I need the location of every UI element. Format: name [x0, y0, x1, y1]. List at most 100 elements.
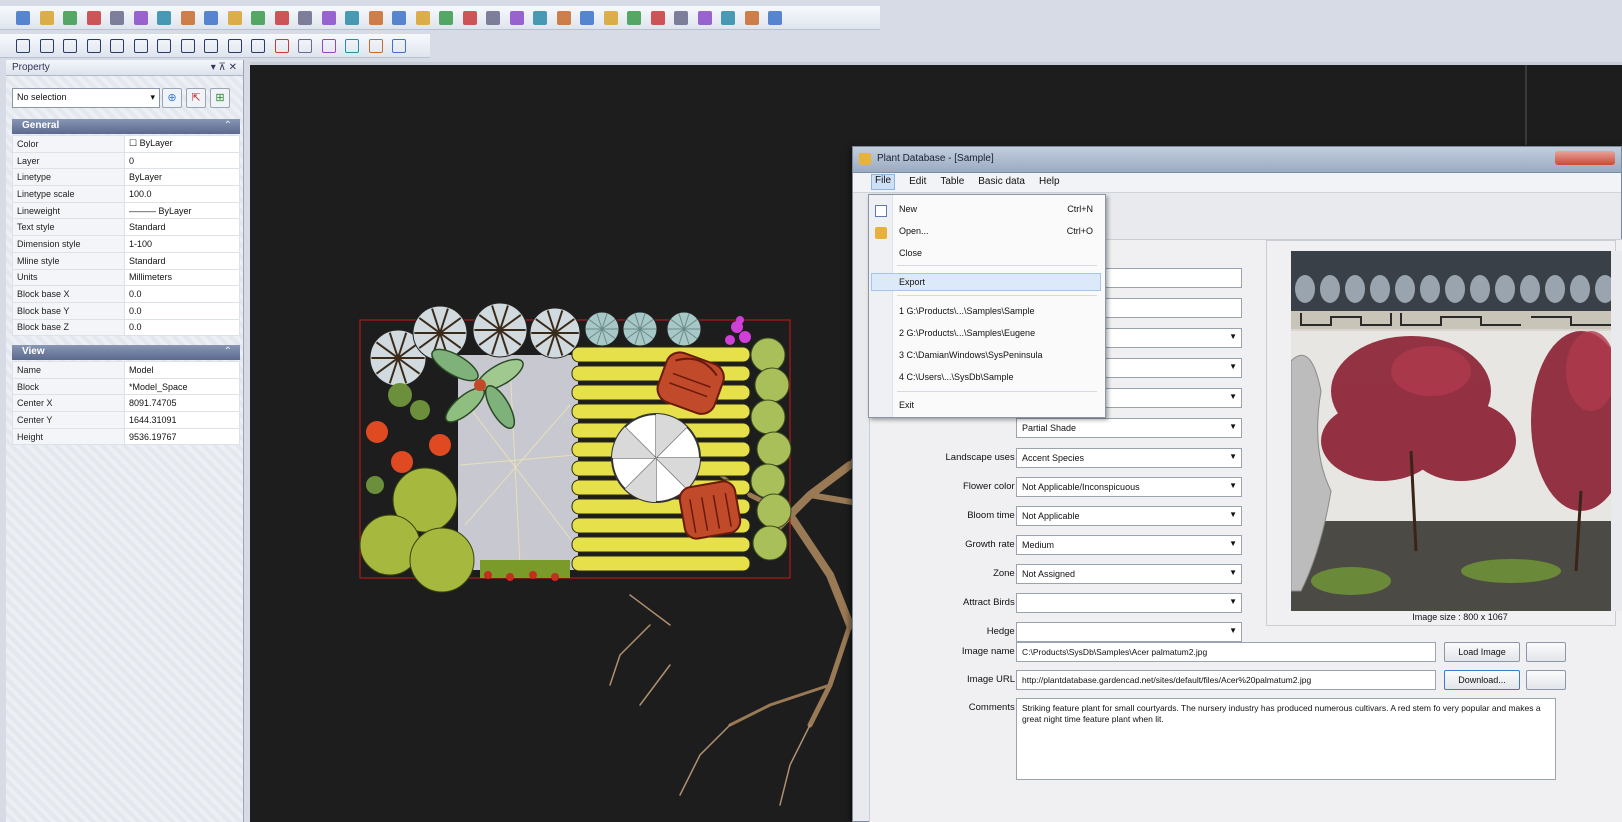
- image-url-field[interactable]: http://plantdatabase.gardencad.net/sites…: [1016, 670, 1436, 690]
- menu-help[interactable]: Help: [1039, 176, 1060, 192]
- zoom-out-icon[interactable]: [274, 11, 289, 25]
- property-row[interactable]: Block base Y 0.0: [12, 301, 240, 320]
- block-icon[interactable]: [321, 39, 336, 53]
- property-row[interactable]: Text style Standard: [12, 218, 240, 237]
- property-value[interactable]: *Model_Space: [124, 377, 240, 396]
- dimension-icon[interactable]: [368, 39, 383, 53]
- toggle-pickadd-button[interactable]: ⊞: [210, 88, 230, 108]
- property-value[interactable]: Model: [124, 361, 240, 379]
- zoom-previous-icon[interactable]: [368, 11, 383, 25]
- zoom-in-icon[interactable]: [251, 11, 265, 25]
- property-value[interactable]: 100.0: [124, 185, 240, 203]
- zoom-all-icon[interactable]: [345, 11, 359, 25]
- paste-icon[interactable]: [180, 11, 195, 25]
- cut-icon[interactable]: [133, 11, 148, 25]
- property-row[interactable]: Linetype scale 100.0: [12, 185, 240, 203]
- polyline-icon[interactable]: [63, 39, 77, 53]
- insert-icon[interactable]: [345, 39, 359, 53]
- text-style-icon[interactable]: [674, 11, 688, 25]
- polygon-icon[interactable]: [157, 39, 171, 53]
- zoom-extents-icon[interactable]: [321, 11, 336, 25]
- property-row[interactable]: Color ☐ ByLayer: [12, 135, 240, 153]
- property-row[interactable]: Block *Model_Space: [12, 377, 240, 396]
- menu-edit[interactable]: Edit: [909, 176, 926, 192]
- property-row[interactable]: Units Millimeters: [12, 268, 240, 287]
- layer-properties-icon[interactable]: [509, 11, 524, 25]
- file-menu-item[interactable]: 4 C:\Users\...\SysDb\Sample: [895, 369, 1101, 387]
- file-menu-item[interactable]: New Ctrl+N: [895, 201, 1101, 219]
- property-row[interactable]: Mline style Standard: [12, 251, 240, 270]
- property-value[interactable]: 0: [124, 151, 240, 170]
- property-value[interactable]: ——— ByLayer: [124, 201, 240, 220]
- line-icon[interactable]: [39, 39, 54, 53]
- property-value[interactable]: 0.0: [124, 285, 240, 303]
- property-row[interactable]: Name Model: [12, 361, 240, 379]
- ellipse-icon[interactable]: [251, 39, 265, 53]
- attribute-select[interactable]: Not Assigned ▼: [1016, 564, 1242, 584]
- image-name-field[interactable]: C:\Products\SysDb\Samples\Acer palmatum2…: [1016, 642, 1436, 662]
- list-icon[interactable]: [603, 11, 618, 25]
- ortho-icon[interactable]: [439, 11, 453, 25]
- file-menu-item[interactable]: Close: [895, 245, 1101, 263]
- property-value[interactable]: ☐ ByLayer: [124, 135, 240, 153]
- property-row[interactable]: Block base X 0.0: [12, 285, 240, 303]
- circle-icon[interactable]: [204, 39, 218, 53]
- property-value[interactable]: Standard: [124, 251, 240, 270]
- property-row[interactable]: Linetype ByLayer: [12, 168, 240, 187]
- property-value[interactable]: 8091.74705: [124, 394, 240, 413]
- plant-icon[interactable]: [556, 11, 571, 25]
- attribute-select[interactable]: Not Applicable ▼: [1016, 506, 1242, 526]
- table-icon[interactable]: [580, 11, 594, 25]
- print-icon[interactable]: [110, 11, 124, 25]
- exposure-select[interactable]: Partial Shade ▼: [1016, 418, 1242, 438]
- attribute-select[interactable]: Accent Species ▼: [1016, 448, 1242, 468]
- attribute-select[interactable]: Medium ▼: [1016, 535, 1242, 555]
- text-icon[interactable]: [274, 39, 289, 53]
- property-value[interactable]: 9536.19767: [124, 427, 240, 446]
- property-value[interactable]: Standard: [124, 218, 240, 237]
- pan-icon[interactable]: [392, 11, 406, 25]
- copy-icon[interactable]: [157, 11, 171, 25]
- point-icon[interactable]: [16, 39, 30, 53]
- window-controls-icon[interactable]: [1555, 151, 1615, 165]
- property-row[interactable]: Lineweight ——— ByLayer: [12, 201, 240, 220]
- general-section-header[interactable]: General ⌃: [12, 119, 240, 134]
- comments-field[interactable]: Striking feature plant for small courtya…: [1016, 698, 1556, 780]
- attribute-select[interactable]: Not Applicable/Inconspicuous ▼: [1016, 477, 1242, 497]
- new-icon[interactable]: [16, 11, 30, 25]
- file-menu-item[interactable]: Exit: [895, 397, 1101, 415]
- image-icon[interactable]: [697, 11, 712, 25]
- render-icon[interactable]: [768, 11, 782, 25]
- save-icon[interactable]: [86, 11, 101, 25]
- property-row[interactable]: Layer 0: [12, 151, 240, 170]
- quick-select-button[interactable]: ⊕: [162, 88, 182, 108]
- snap-icon[interactable]: [462, 11, 477, 25]
- file-menu-item[interactable]: 3 C:\DamianWindows\SysPeninsula: [895, 347, 1101, 365]
- file-menu-item[interactable]: 1 G:\Products\...\Samples\Sample: [895, 303, 1101, 321]
- redo-icon[interactable]: [227, 11, 242, 25]
- curve-icon[interactable]: [110, 39, 124, 53]
- property-value[interactable]: Millimeters: [124, 268, 240, 287]
- menu-basic-data[interactable]: Basic data: [978, 176, 1025, 192]
- view-section-header[interactable]: View ⌃: [12, 345, 240, 360]
- move-icon[interactable]: [392, 39, 406, 53]
- collapse-icon[interactable]: ⌃: [224, 346, 232, 357]
- layer-icon[interactable]: [486, 11, 500, 25]
- hatch-icon[interactable]: [298, 39, 312, 53]
- download-button[interactable]: Download...: [1444, 670, 1520, 690]
- property-row[interactable]: Height 9536.19767: [12, 427, 240, 446]
- file-menu-item[interactable]: Export: [871, 273, 1101, 291]
- collapse-icon[interactable]: ⌃: [224, 120, 232, 131]
- menu-table[interactable]: Table: [940, 176, 964, 192]
- database-icon[interactable]: [721, 11, 735, 25]
- select-objects-button[interactable]: ⇱: [186, 88, 206, 108]
- spline-icon[interactable]: [133, 39, 148, 53]
- file-menu-item[interactable]: Open... Ctrl+O: [895, 223, 1101, 241]
- property-value[interactable]: 1-100: [124, 235, 240, 253]
- property-row[interactable]: Block base Z 0.0: [12, 318, 240, 337]
- help-icon[interactable]: [533, 11, 547, 25]
- open-folder-icon[interactable]: [63, 11, 77, 25]
- zoom-window-icon[interactable]: [298, 11, 312, 25]
- export-icon[interactable]: [744, 11, 759, 25]
- attribute-select[interactable]: ▼: [1016, 622, 1242, 642]
